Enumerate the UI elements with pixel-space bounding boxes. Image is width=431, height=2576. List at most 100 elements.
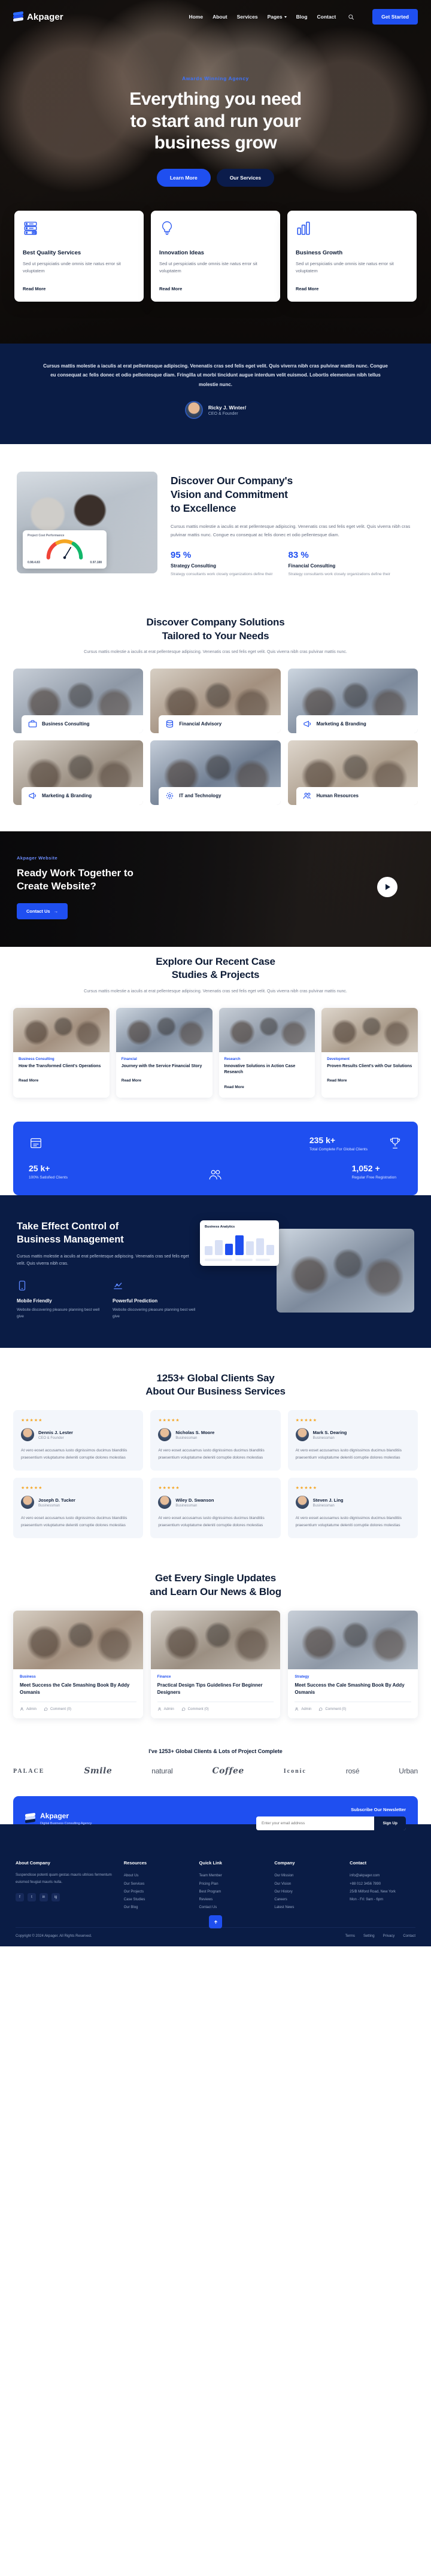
case-card[interactable]: Financial Journey with the Service Finan… [116, 1007, 213, 1098]
stat-block: . [29, 1136, 51, 1150]
testimonial-card: ★★★★★ Mark S. Dearing Businessman At vero… [287, 1410, 418, 1471]
footer-link[interactable]: Our Vision [274, 1881, 340, 1888]
footer-contact-email[interactable]: info@akpager.com [350, 1872, 415, 1880]
footer-link[interactable]: Our Projects [124, 1888, 190, 1896]
footer-link[interactable]: Latest News [274, 1904, 340, 1912]
feature-desc: Sed ut perspiciatis unde omnis iste natu… [296, 260, 394, 274]
stat-label: Total Complete For Global Clients [309, 1147, 368, 1152]
footer-bottom-bar: Copyright © 2024 Akpager. All Rights Res… [16, 1927, 415, 1946]
nav-item-about[interactable]: About [213, 14, 227, 20]
blog-card[interactable]: Finance Practical Design Tips Guidelines… [150, 1611, 281, 1719]
service-card[interactable]: Marketing & Branding [287, 668, 418, 733]
footer-contact-phone[interactable]: +88 012 3456 7890 [350, 1881, 415, 1888]
read-more-link[interactable]: Read More [327, 1079, 347, 1083]
linkedin-icon[interactable]: in [40, 1893, 48, 1902]
client-logo: Smile [84, 1766, 113, 1776]
feature-card[interactable]: Business Growth Sed ut perspiciatis unde… [287, 210, 417, 302]
case-card[interactable]: Research Innovative Solutions in Action … [218, 1007, 315, 1098]
play-button-icon[interactable] [377, 877, 397, 898]
footer-contact-link[interactable]: Contact [403, 1934, 415, 1938]
case-title: Proven Results Client's with Our Solutio… [327, 1064, 412, 1068]
footer-link[interactable]: Careers [274, 1896, 340, 1904]
footer-heading: Quick Link [199, 1860, 222, 1866]
footer-link[interactable]: Contact Us [199, 1904, 265, 1912]
case-card[interactable]: Development Proven Results Client's with… [321, 1007, 418, 1098]
hero-title-line2: to start and run your [130, 111, 301, 131]
people-icon [209, 1169, 221, 1180]
footer-link[interactable]: About Us [124, 1872, 190, 1880]
footer-link[interactable]: Our History [274, 1888, 340, 1896]
dashboard-title: Business Analytics [205, 1225, 235, 1229]
footer-link[interactable]: Our Services [124, 1881, 190, 1888]
cta-video-band: Akpager Website Ready Work Together to C… [0, 831, 431, 947]
effect-feature-desc: Website discovering pleasure planning be… [17, 1308, 100, 1319]
search-icon[interactable] [348, 14, 354, 20]
stat-label: Strategy Consulting [171, 563, 217, 569]
read-more-link[interactable]: Read More [23, 286, 45, 291]
footer-link[interactable]: Our Blog [124, 1904, 190, 1912]
twitter-icon[interactable]: t [28, 1893, 36, 1902]
footer-link[interactable]: Case Studies [124, 1896, 190, 1904]
testimonial-name: Mark S. Dearing [312, 1429, 347, 1435]
service-card[interactable]: IT and Technology [150, 740, 281, 805]
cases-title-line1: Explore Our Recent Case [156, 955, 275, 967]
nav-item-blog[interactable]: Blog [296, 14, 308, 20]
user-icon [157, 1708, 161, 1711]
nav-item-pages[interactable]: Pages [268, 14, 287, 20]
projects-icon [31, 1138, 41, 1148]
footer-privacy-link[interactable]: Privacy [383, 1934, 395, 1938]
testimonial-role: Businessman [38, 1503, 60, 1508]
nav-item-home[interactable]: Home [189, 14, 203, 20]
testimonial-card: ★★★★★ Nicholas S. Moore Businessman At ve… [150, 1410, 281, 1471]
effect-photo [277, 1229, 414, 1313]
testimonials-title-line2: About Our Business Services [145, 1385, 286, 1397]
footer-link[interactable]: Our Mission [274, 1872, 340, 1880]
feature-card[interactable]: Innovation Ideas Sed ut perspiciatis und… [151, 210, 280, 302]
footer-link[interactable]: Team Member [199, 1872, 265, 1880]
footer-link[interactable]: Reviews [199, 1896, 265, 1904]
read-more-link[interactable]: Read More [19, 1079, 38, 1083]
blog-card[interactable]: Business Meet Success the Cale Smashing … [13, 1611, 143, 1719]
nav-item-contact[interactable]: Contact [317, 14, 336, 20]
service-card[interactable]: Human Resources [287, 740, 418, 805]
brand-logo[interactable]: Akpager [13, 11, 63, 22]
newsletter-signup-button[interactable]: Sign Up [374, 1816, 406, 1831]
avatar [295, 1496, 309, 1509]
footer-link[interactable]: Pricing Plan [199, 1881, 265, 1888]
testimonials-heading: 1253+ Global Clients Say About Our Busin… [0, 1348, 431, 1411]
vision-paragraph: Cursus mattis molestie a iaculis at erat… [171, 523, 411, 537]
rating-stars: ★★★★★ [295, 1418, 318, 1423]
facebook-icon[interactable]: f [16, 1893, 24, 1902]
service-card[interactable]: Business Consulting [13, 668, 144, 733]
footer-contact-hours: Mon - Fri: 9am - 6pm [350, 1897, 384, 1901]
read-more-link[interactable]: Read More [159, 286, 182, 291]
newsletter-email-input[interactable] [256, 1816, 375, 1831]
gauge-right-value: 0.97.188 [90, 561, 102, 565]
cta-title: Ready Work Together to Create Website? [17, 867, 133, 894]
read-more-link[interactable]: Read More [224, 1085, 244, 1089]
blog-comments-label: Comment (0) [187, 1707, 209, 1711]
comment-icon [181, 1708, 186, 1711]
blog-card[interactable]: Strategy Meet Success the Cale Smashing … [288, 1611, 418, 1719]
instagram-icon[interactable]: ig [51, 1893, 60, 1902]
footer-link[interactable]: Best Program [199, 1888, 265, 1896]
service-card[interactable]: Financial Advisory [150, 668, 281, 733]
learn-more-button[interactable]: Learn More [156, 168, 211, 187]
testimonials-title: 1253+ Global Clients Say About Our Busin… [54, 1372, 377, 1399]
contact-us-button[interactable]: Contact Us → [17, 903, 68, 919]
read-more-link[interactable]: Read More [122, 1079, 141, 1083]
nav-item-services[interactable]: Services [237, 14, 258, 20]
service-card[interactable]: Marketing & Branding [13, 740, 144, 805]
footer-setting-link[interactable]: Setting [363, 1934, 375, 1938]
footer-terms-link[interactable]: Terms [345, 1934, 355, 1938]
scroll-to-top-button[interactable] [209, 1915, 222, 1929]
read-more-link[interactable]: Read More [296, 286, 318, 291]
case-tag: Research [224, 1057, 241, 1061]
get-started-button[interactable]: Get Started [372, 9, 418, 25]
case-card[interactable]: Business Consulting How the Transformed … [13, 1007, 110, 1098]
our-services-button[interactable]: Our Services [216, 168, 275, 187]
newsletter-brand: Akpager Digital Business Consulting Agen… [25, 1812, 92, 1825]
client-logo: Coffee [212, 1766, 244, 1776]
blog-post-title: Meet Success the Cale Smashing Book By A… [20, 1682, 130, 1696]
feature-card[interactable]: Best Quality Services Sed ut perspiciati… [14, 210, 144, 302]
